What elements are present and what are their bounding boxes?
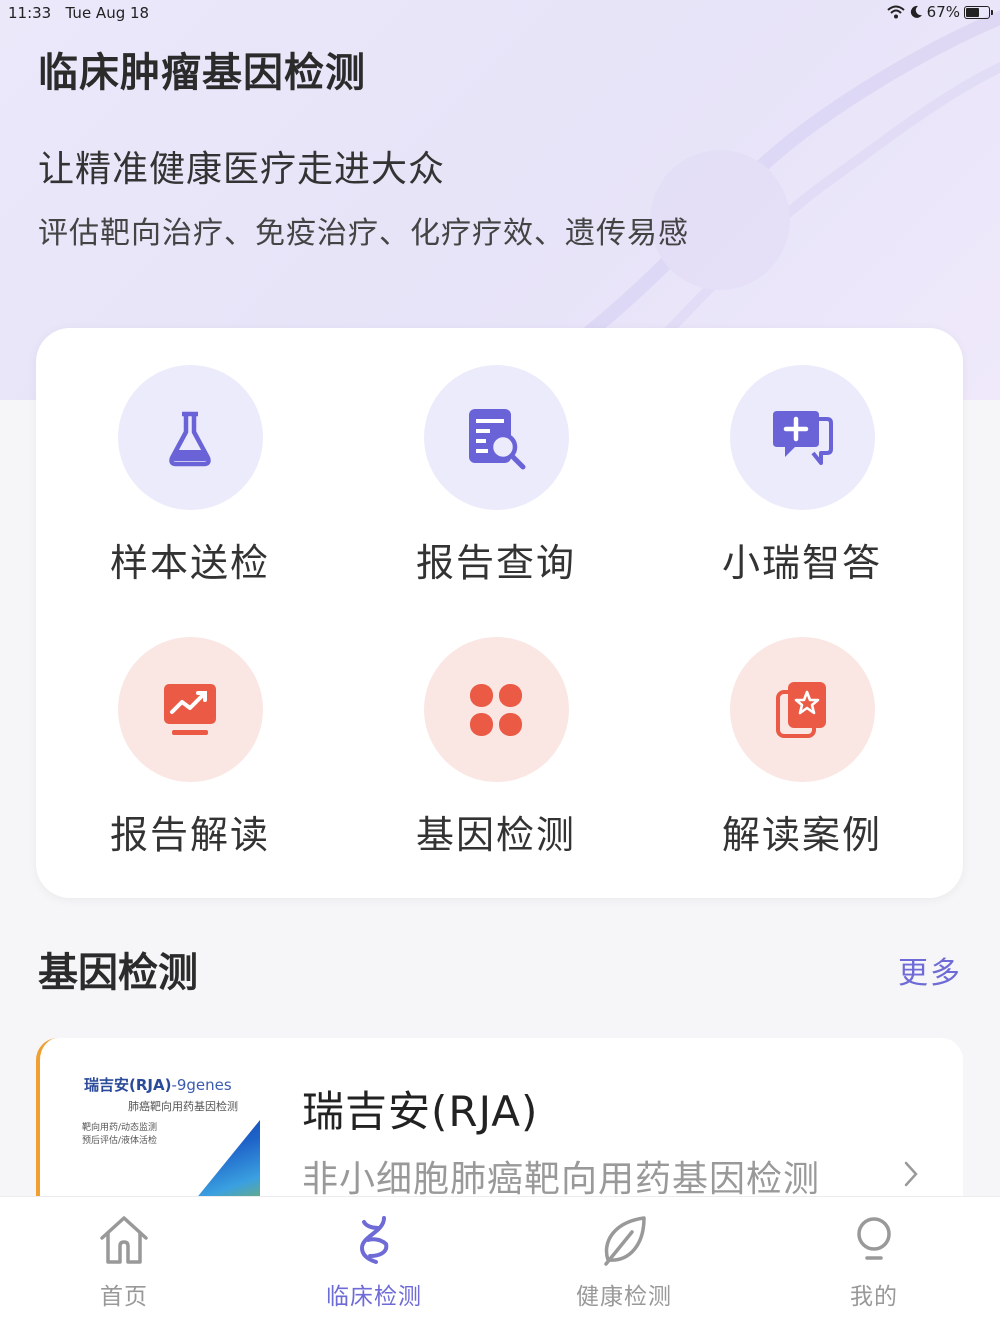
- status-right: 67%: [886, 3, 993, 21]
- thumb-notes: 靶向用药/动态监测 预后评估/液体活检: [82, 1123, 158, 1146]
- four-petal-icon: [470, 683, 522, 736]
- chart-trend-icon: [164, 683, 216, 735]
- moon-icon: [910, 5, 922, 18]
- service-icon-circle: [729, 637, 875, 782]
- more-link[interactable]: 更多: [898, 948, 962, 992]
- tab-label: 健康检测: [576, 1284, 672, 1310]
- tab-home[interactable]: 首页: [24, 1211, 224, 1311]
- battery-percent: 67%: [926, 3, 960, 21]
- tab-label: 临床检测: [326, 1284, 422, 1310]
- hero-tagline: 评估靶向治疗、免疫治疗、化疗疗效、遗传易感: [38, 216, 689, 251]
- tab-health-test[interactable]: 健康检测: [524, 1211, 724, 1311]
- service-report-interpret[interactable]: 报告解读: [70, 637, 310, 859]
- flask-icon: [169, 411, 211, 466]
- tab-label: 我的: [850, 1284, 898, 1310]
- service-sample-submit[interactable]: 样本送检: [70, 365, 310, 587]
- service-label: 小瑞智答: [721, 541, 882, 585]
- chat-plus-icon: [773, 410, 833, 465]
- service-label: 样本送检: [109, 541, 270, 585]
- service-icon-circle: [117, 365, 263, 510]
- tab-clinical-test[interactable]: 临床检测: [274, 1211, 474, 1311]
- service-icon-circle: [423, 365, 569, 510]
- service-label: 解读案例: [721, 813, 882, 857]
- service-gene-test[interactable]: 基因检测: [376, 637, 616, 859]
- product-thumbnail: 瑞吉安(RJA)-9genes 肺癌靶向用药基因检测 靶向用药/动态监测 预后评估…: [80, 1068, 302, 1208]
- service-icon-circle: [729, 365, 875, 510]
- status-time: 11:33 Tue Aug 18: [8, 4, 150, 22]
- service-label: 报告查询: [415, 541, 576, 585]
- dna-icon: [359, 1216, 389, 1264]
- tab-bar: 首页 临床检测 健康检测 我的: [0, 1196, 1000, 1335]
- battery-icon: [964, 5, 993, 19]
- tab-label: 首页: [100, 1284, 148, 1310]
- star-cards-icon: [776, 681, 826, 738]
- status-bar: 11:33 Tue Aug 18 67%: [0, 0, 1000, 28]
- product-description: 非小细胞肺癌靶向用药基因检测: [302, 1159, 821, 1200]
- section-title: 基因检测: [38, 950, 198, 996]
- chevron-right-icon: [904, 1161, 918, 1187]
- thumb-subtitle: 肺癌靶向用药基因检测: [128, 1100, 238, 1113]
- dna-watermark-icon: [575, 10, 1000, 360]
- document-search-icon: [469, 408, 526, 469]
- hero-subtitle: 让精准健康医疗走进大众: [38, 149, 446, 190]
- wifi-icon: [886, 5, 905, 19]
- product-name: 瑞吉安(RJA): [302, 1087, 539, 1136]
- thumb-title: 瑞吉安(RJA)-9genes: [84, 1076, 232, 1094]
- tab-profile[interactable]: 我的: [774, 1211, 974, 1311]
- service-case-studies[interactable]: 解读案例: [682, 637, 922, 859]
- home-icon: [100, 1216, 148, 1264]
- leaf-icon: [604, 1216, 646, 1266]
- service-smart-answer[interactable]: 小瑞智答: [682, 365, 922, 587]
- product-card[interactable]: 瑞吉安(RJA)-9genes 肺癌靶向用药基因检测 靶向用药/动态监测 预后评估…: [36, 1038, 963, 1208]
- service-label: 基因检测: [415, 813, 576, 857]
- profile-icon: [857, 1217, 891, 1260]
- service-icon-circle: [423, 637, 569, 782]
- service-report-query[interactable]: 报告查询: [376, 365, 616, 587]
- page-title: 临床肿瘤基因检测: [38, 50, 366, 96]
- service-icon-circle: [117, 637, 263, 782]
- services-card: 样本送检 报告查询 小瑞智答 报告解读 基因检测 解读案例: [36, 328, 963, 898]
- service-label: 报告解读: [109, 813, 270, 857]
